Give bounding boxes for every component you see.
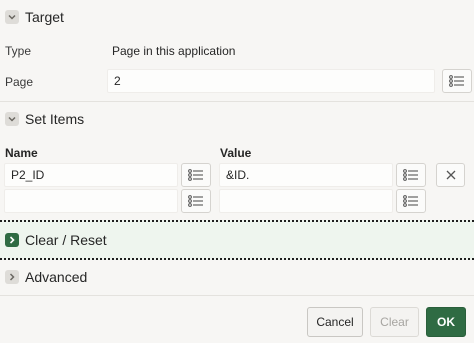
list-icon — [403, 195, 418, 207]
list-icon — [188, 169, 203, 181]
item-value-input[interactable]: &ID. — [219, 163, 393, 187]
item-value-list-button[interactable] — [396, 189, 426, 213]
set-items-section-title: Set Items — [25, 111, 85, 127]
advanced-section-header[interactable]: Advanced — [0, 260, 474, 294]
chevron-right-icon — [5, 270, 19, 284]
chevron-down-icon — [5, 10, 19, 24]
footer-divider — [0, 295, 474, 296]
item-name-input[interactable]: P2_ID — [4, 163, 178, 187]
value-column-header: Value — [220, 146, 252, 160]
item-name-list-button[interactable] — [181, 189, 211, 213]
clear-button[interactable]: Clear — [370, 307, 419, 337]
target-section-title: Target — [25, 9, 64, 25]
ok-button[interactable]: OK — [426, 307, 466, 337]
type-value: Page in this application — [112, 44, 236, 58]
clear-reset-section-header[interactable]: Clear / Reset — [0, 222, 474, 258]
page-list-button[interactable] — [442, 69, 472, 93]
page-input[interactable]: 2 — [107, 69, 435, 93]
item-value-input[interactable] — [219, 189, 393, 213]
item-value-list-button[interactable] — [396, 163, 426, 187]
name-column-header: Name — [5, 146, 38, 160]
close-icon — [446, 170, 455, 180]
type-label: Type — [5, 44, 32, 58]
set-items-section-header[interactable]: Set Items — [0, 102, 474, 136]
advanced-section-title: Advanced — [25, 269, 88, 285]
list-icon — [403, 169, 418, 181]
remove-row-button[interactable] — [436, 163, 465, 187]
list-icon — [449, 75, 464, 87]
cancel-button[interactable]: Cancel — [307, 307, 363, 337]
clear-reset-section-title: Clear / Reset — [25, 232, 107, 248]
page-label: Page — [5, 75, 34, 89]
target-section-header[interactable]: Target — [0, 0, 474, 34]
chevron-right-icon — [5, 233, 19, 247]
item-name-input[interactable] — [4, 189, 178, 213]
item-name-list-button[interactable] — [181, 163, 211, 187]
list-icon — [188, 195, 203, 207]
chevron-down-icon — [5, 112, 19, 126]
